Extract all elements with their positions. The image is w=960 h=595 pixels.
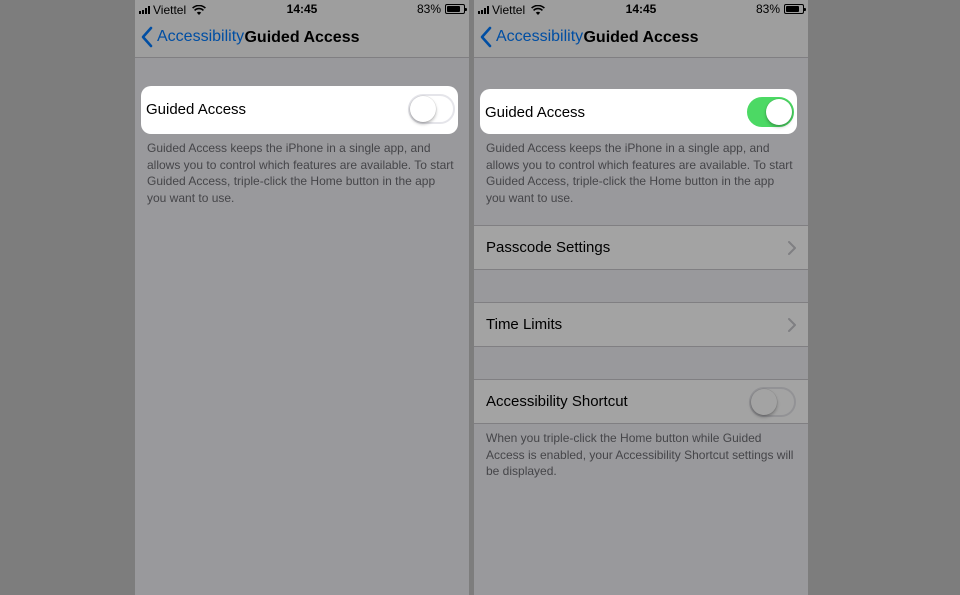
time-limits-cell[interactable]: Time Limits [474, 302, 808, 347]
accessibility-shortcut-label: Accessibility Shortcut [486, 393, 628, 410]
passcode-settings-label: Passcode Settings [486, 239, 611, 256]
right-phone-screen: Viettel 14:45 83% Accessibility Guided A… [474, 0, 808, 595]
status-right: 83% [755, 2, 806, 16]
guided-access-cell[interactable]: Guided Access [480, 89, 797, 134]
accessibility-shortcut-toggle[interactable] [749, 387, 796, 417]
guided-access-toggle[interactable] [747, 97, 794, 127]
battery-percent: 83% [755, 2, 780, 16]
accessibility-shortcut-cell: Accessibility Shortcut [474, 379, 808, 424]
chevron-right-icon [788, 318, 796, 332]
toggle-knob [751, 389, 777, 415]
guided-access-toggle[interactable] [408, 94, 455, 124]
guided-access-label: Guided Access [146, 101, 247, 118]
status-right: 83% [416, 2, 467, 16]
toggle-knob [766, 99, 792, 125]
battery-icon [445, 4, 467, 14]
status-bar: Viettel 14:45 83% [474, 0, 808, 18]
navigation-bar: Accessibility Guided Access [474, 18, 808, 58]
toggle-knob [410, 96, 436, 122]
left-phone-screen: Viettel 14:45 83% Accessibility Guided A… [135, 0, 469, 595]
guided-access-description: Guided Access keeps the iPhone in a sing… [486, 141, 793, 205]
battery-icon [784, 4, 806, 14]
page-title: Guided Access [583, 29, 699, 46]
status-bar: Viettel 14:45 83% [135, 0, 469, 18]
battery-percent: 83% [416, 2, 441, 16]
navigation-bar: Accessibility Guided Access [135, 18, 469, 58]
guided-access-description: Guided Access keeps the iPhone in a sing… [147, 141, 454, 205]
passcode-settings-cell[interactable]: Passcode Settings [474, 225, 808, 270]
guided-access-label: Guided Access [485, 104, 586, 121]
time-limits-label: Time Limits [486, 316, 563, 333]
chevron-right-icon [788, 241, 796, 255]
accessibility-shortcut-footer: When you triple-click the Home button wh… [486, 431, 794, 478]
page-title: Guided Access [244, 29, 360, 46]
guided-access-cell[interactable]: Guided Access [141, 86, 458, 134]
